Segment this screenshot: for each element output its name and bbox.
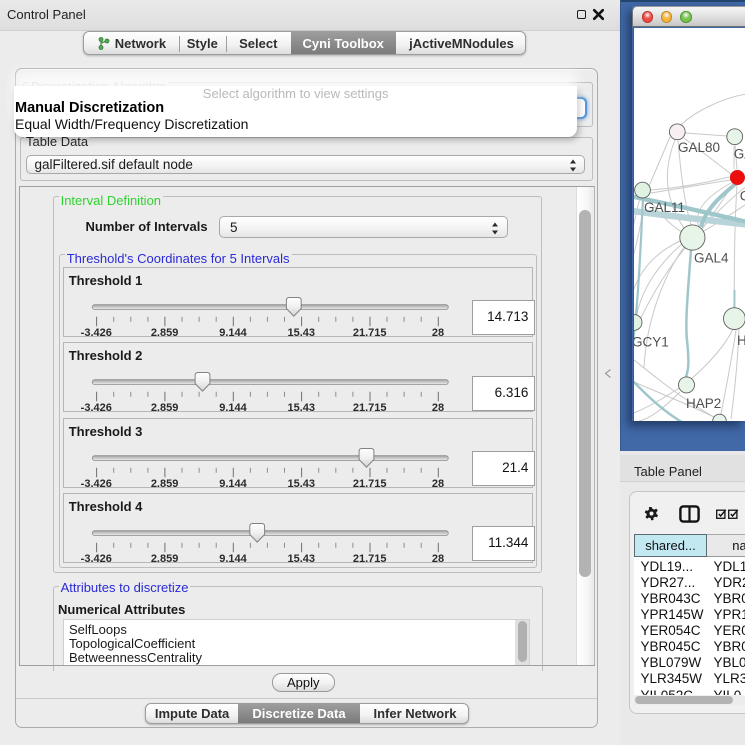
svg-text:GAL4: GAL4 [694, 250, 729, 265]
svg-text:GCY1: GCY1 [634, 334, 669, 349]
svg-text:GAL11: GAL11 [644, 200, 685, 215]
svg-text:H: H [737, 333, 745, 348]
svg-text:GAL80: GAL80 [678, 140, 720, 155]
svg-text:HAP2: HAP2 [686, 396, 721, 411]
svg-text:C: C [739, 188, 745, 203]
svg-text:GA: GA [733, 146, 745, 161]
